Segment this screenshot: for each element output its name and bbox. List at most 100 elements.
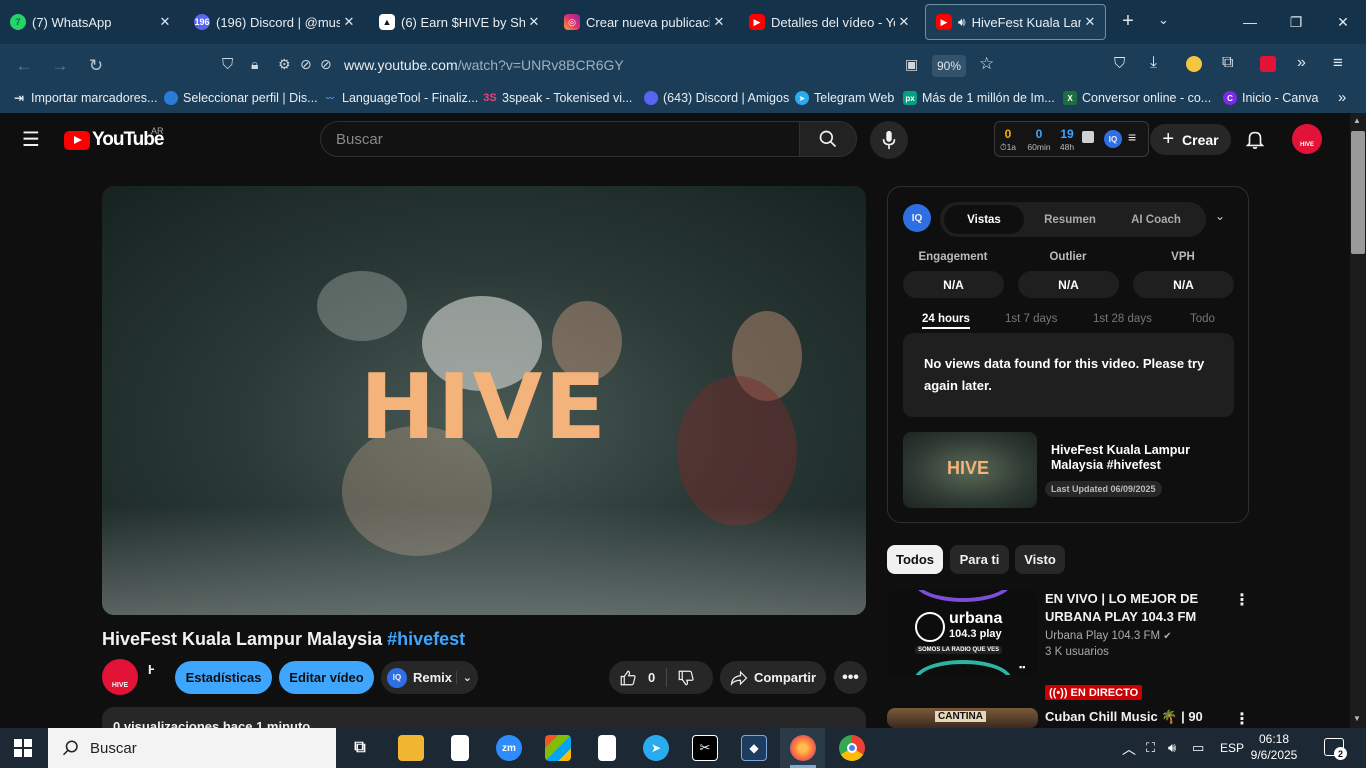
tab-hive-earn[interactable]: ▲ (6) Earn $HIVE by Sharin ✕: [369, 4, 549, 40]
video-hashtag[interactable]: #hivefest: [387, 629, 465, 649]
input-language[interactable]: ESP: [1220, 741, 1244, 755]
vidiq-video-thumbnail[interactable]: HIVE: [903, 432, 1037, 508]
recommended-title[interactable]: EN VIVO | LO MEJOR DE URBANA PLAY 104.3 …: [1045, 590, 1220, 626]
bookmark-telegram[interactable]: ➤ Telegram Web: [795, 91, 894, 105]
chip-visto[interactable]: Visto: [1015, 545, 1065, 574]
forward-button[interactable]: →: [48, 54, 72, 78]
close-icon[interactable]: ✕: [895, 14, 913, 30]
bookmark-converter[interactable]: X Conversor online - co...: [1063, 91, 1211, 105]
range-28-days[interactable]: 1st 28 days: [1093, 313, 1152, 325]
reload-button[interactable]: ↻: [84, 54, 108, 78]
overflow-chevrons-icon[interactable]: »: [1297, 54, 1306, 72]
range-7-days[interactable]: 1st 7 days: [1005, 313, 1057, 325]
app-icon[interactable]: ◆: [741, 735, 767, 761]
recommended-channel[interactable]: Urbana Play 104.3 FM ✔: [1045, 630, 1172, 642]
taskbar-search-box[interactable]: Buscar: [48, 728, 336, 768]
tray-device-icon[interactable]: ⛶: [1146, 740, 1155, 756]
scroll-up-arrow-icon[interactable]: ▲: [1353, 116, 1361, 125]
shield-icon[interactable]: ⛉: [222, 56, 233, 73]
keychain-icon[interactable]: [1260, 56, 1276, 72]
tab-video-details[interactable]: ▶ Detalles del vídeo - You ✕: [739, 4, 919, 40]
back-button[interactable]: ←: [12, 54, 36, 78]
system-clock[interactable]: 06:18 9/6/2025: [1248, 731, 1300, 763]
tab-resumen[interactable]: Resumen: [1030, 205, 1110, 234]
search-input[interactable]: Buscar: [320, 121, 800, 157]
mic-blocked-icon[interactable]: ⊘: [320, 56, 332, 73]
microsoft-store-icon[interactable]: [545, 735, 571, 761]
bookmark-pexels[interactable]: px Más de 1 millón de Im...: [903, 91, 1055, 105]
tab-discord[interactable]: 196 (196) Discord | @musica ✕: [184, 4, 364, 40]
close-icon[interactable]: ✕: [710, 14, 728, 30]
volume-icon[interactable]: 🔊︎: [1168, 740, 1176, 756]
vidiq-menu-icon[interactable]: ≡: [1128, 129, 1136, 145]
chart-icon[interactable]: [1082, 131, 1094, 143]
new-tab-button[interactable]: +: [1117, 10, 1139, 32]
remix-button[interactable]: IQ Remix ⌄: [381, 661, 478, 694]
vidiq-icon[interactable]: IQ: [1104, 130, 1122, 148]
chip-todos[interactable]: Todos: [887, 545, 943, 574]
tab-ai-coach[interactable]: AI Coach: [1116, 205, 1196, 234]
permissions-icon[interactable]: ⚙: [278, 56, 291, 73]
channel-avatar[interactable]: HIVE: [102, 659, 138, 695]
lock-icon[interactable]: 🔒︎: [251, 56, 258, 73]
chrome-icon[interactable]: [839, 735, 865, 761]
voice-search-button[interactable]: [870, 121, 908, 159]
tab-vistas[interactable]: Vistas: [944, 205, 1024, 234]
telegram-icon[interactable]: ➤: [643, 735, 669, 761]
close-icon[interactable]: ✕: [156, 14, 174, 30]
close-icon[interactable]: ✕: [1081, 14, 1099, 30]
edit-video-button[interactable]: Editar vídeo: [279, 661, 374, 694]
camera-blocked-icon[interactable]: ⊘: [300, 56, 312, 73]
zoom-level[interactable]: 90%: [932, 55, 966, 77]
extensions-puzzle-icon[interactable]: ⧉: [1222, 54, 1233, 72]
guide-menu-icon[interactable]: ☰: [22, 127, 40, 152]
collapse-chevron-icon[interactable]: ⌄: [1215, 209, 1225, 223]
restore-button[interactable]: ❐: [1273, 0, 1319, 44]
scroll-down-arrow-icon[interactable]: ▼: [1353, 714, 1361, 723]
recommended-thumbnail[interactable]: CANTINA: [887, 708, 1038, 728]
tab-list-chevron-icon[interactable]: ⌄: [1158, 12, 1169, 28]
tab-whatsapp[interactable]: 7 (7) WhatsApp ✕: [0, 4, 180, 40]
bookmark-import[interactable]: ⇥ Importar marcadores...: [12, 91, 157, 105]
bookmark-profile[interactable]: Seleccionar perfil | Dis...: [164, 91, 318, 105]
channel-name[interactable]: H: [148, 662, 154, 677]
tab-instagram[interactable]: ◎ Crear nueva publicación ✕: [554, 4, 734, 40]
document-icon[interactable]: [598, 735, 616, 761]
recommended-title[interactable]: Cuban Chill Music 🌴 | 90: [1045, 708, 1220, 728]
extension-avatar-icon[interactable]: [1186, 56, 1202, 72]
firefox-icon[interactable]: [790, 735, 816, 761]
menu-hamburger-icon[interactable]: ≡: [1333, 53, 1343, 73]
share-button[interactable]: Compartir: [720, 661, 826, 694]
window-close-button[interactable]: ✕: [1320, 0, 1366, 44]
speaker-icon[interactable]: 🔊︎: [958, 15, 966, 30]
range-24-hours[interactable]: 24 hours: [922, 313, 970, 329]
bookmark-languagetool[interactable]: 〰 LanguageTool - Finaliz...: [323, 91, 478, 105]
chip-para-ti[interactable]: Para ti: [950, 545, 1009, 574]
document-icon[interactable]: [451, 735, 469, 761]
zoom-app-icon[interactable]: zm: [496, 735, 522, 761]
search-button[interactable]: [799, 121, 857, 157]
network-icon[interactable]: ▭: [1192, 740, 1204, 756]
tray-overflow-icon[interactable]: ︿: [1122, 739, 1136, 759]
minimize-button[interactable]: —: [1227, 0, 1273, 44]
scrollbar-thumb[interactable]: [1351, 131, 1365, 254]
file-explorer-icon[interactable]: [398, 735, 424, 761]
recommended-thumbnail[interactable]: urbana 104.3 play SOMOS LA RADIO QUE VES…: [887, 590, 1038, 675]
create-button[interactable]: + Crear: [1150, 124, 1231, 155]
more-actions-button[interactable]: •••: [834, 661, 867, 694]
stats-button[interactable]: Estadísticas: [175, 661, 272, 694]
bookmark-star-icon[interactable]: ☆: [979, 54, 994, 74]
thumbs-down-icon[interactable]: [677, 669, 695, 687]
thumbs-up-icon[interactable]: [619, 669, 637, 687]
downloads-icon[interactable]: ⤓: [1150, 54, 1157, 72]
tab-hivefest-active[interactable]: ▶ 🔊︎ HiveFest Kuala Lamp ✕: [925, 4, 1106, 40]
bookmarks-overflow-icon[interactable]: »: [1338, 89, 1346, 106]
video-options-icon[interactable]: ⋮: [1234, 590, 1250, 610]
pocket-icon[interactable]: ⛉: [1114, 55, 1125, 72]
close-icon[interactable]: ✕: [340, 14, 358, 30]
reader-view-icon[interactable]: ▣: [905, 56, 918, 73]
url-text[interactable]: www.youtube.com/watch?v=UNRv8BCR6GY: [344, 57, 624, 73]
bookmark-discord-amigos[interactable]: (643) Discord | Amigos: [644, 91, 789, 105]
task-view-icon[interactable]: ⧉: [347, 735, 373, 761]
notifications-button[interactable]: [1244, 128, 1266, 155]
